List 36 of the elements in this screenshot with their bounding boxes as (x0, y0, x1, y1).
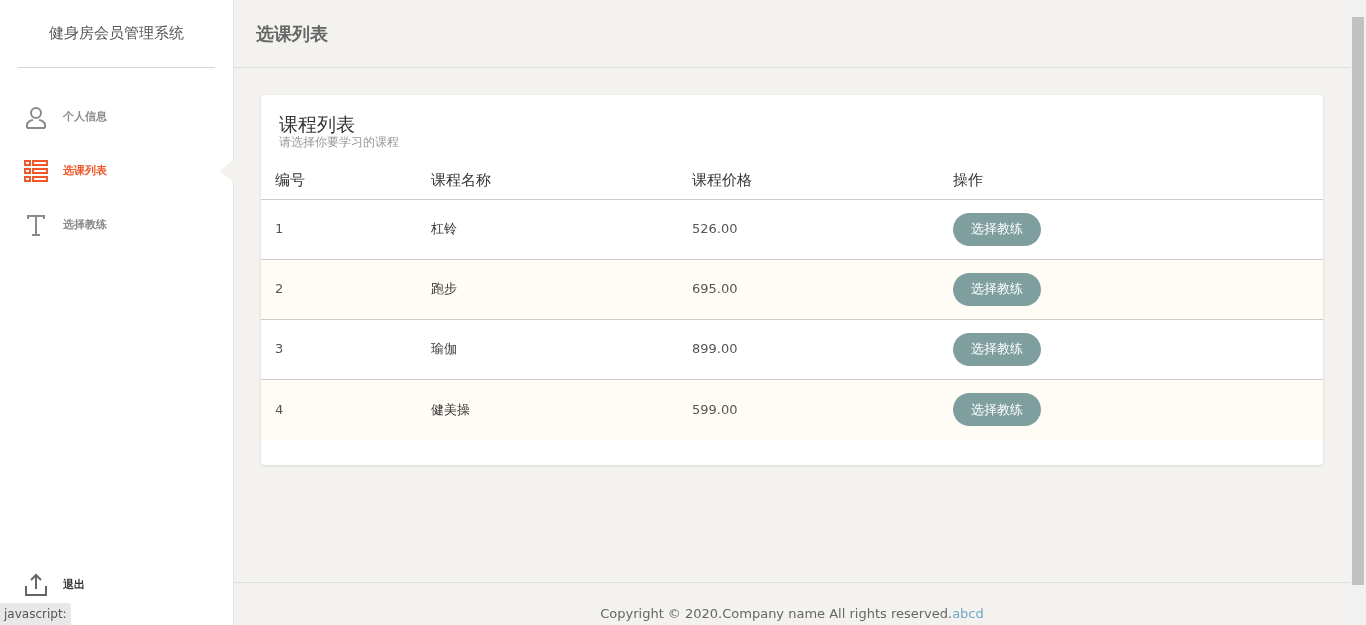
nav-item[interactable]: 选课列表 (0, 144, 233, 198)
choose-coach-button[interactable]: 选择教练 (953, 332, 1041, 366)
column-header: 课程名称 (431, 161, 692, 199)
column-header: 课程价格 (692, 161, 953, 199)
status-url: javascript: (0, 603, 71, 625)
copyright-text: Copyright © 2020.Company name All rights reserved.abcd (600, 604, 984, 623)
page-title: 选课列表 (256, 22, 328, 46)
table-cell: 526.00 (692, 199, 953, 259)
table-cell: 瑜伽 (431, 319, 692, 379)
card-title: 课程列表 (279, 113, 356, 135)
letter-t-icon (26, 214, 46, 236)
brand-title: 健身房会员管理系统 (49, 23, 184, 45)
table-cell: 599.00 (692, 379, 953, 439)
choose-coach-button[interactable]: 选择教练 (953, 212, 1041, 246)
nav-item[interactable]: 选择教练 (0, 198, 233, 252)
choose-coach-button[interactable]: 选择教练 (953, 272, 1041, 306)
nav-item[interactable]: 个人信息 (0, 90, 233, 144)
table-cell: 3 (261, 319, 431, 379)
table-cell: 1 (261, 199, 431, 259)
table-cell: 4 (261, 379, 431, 439)
column-header: 操作 (953, 161, 1323, 199)
table-cell: 695.00 (692, 259, 953, 319)
choose-coach-button[interactable]: 选择教练 (953, 392, 1041, 426)
list-icon (24, 160, 48, 182)
table-cell: 健美操 (431, 379, 692, 439)
table-cell: 杠铃 (431, 199, 692, 259)
table-cell: 899.00 (692, 319, 953, 379)
table-cell: 跑步 (431, 259, 692, 319)
logout-link[interactable]: 退出 (24, 573, 85, 597)
card-subtitle: 请选择你要学习的课程 (279, 135, 400, 149)
column-header: 编号 (261, 161, 431, 199)
user-icon (24, 105, 48, 129)
table-cell: 2 (261, 259, 431, 319)
active-pointer (220, 159, 234, 183)
footer-link[interactable]: abcd (952, 605, 984, 621)
upload-icon (24, 573, 48, 597)
